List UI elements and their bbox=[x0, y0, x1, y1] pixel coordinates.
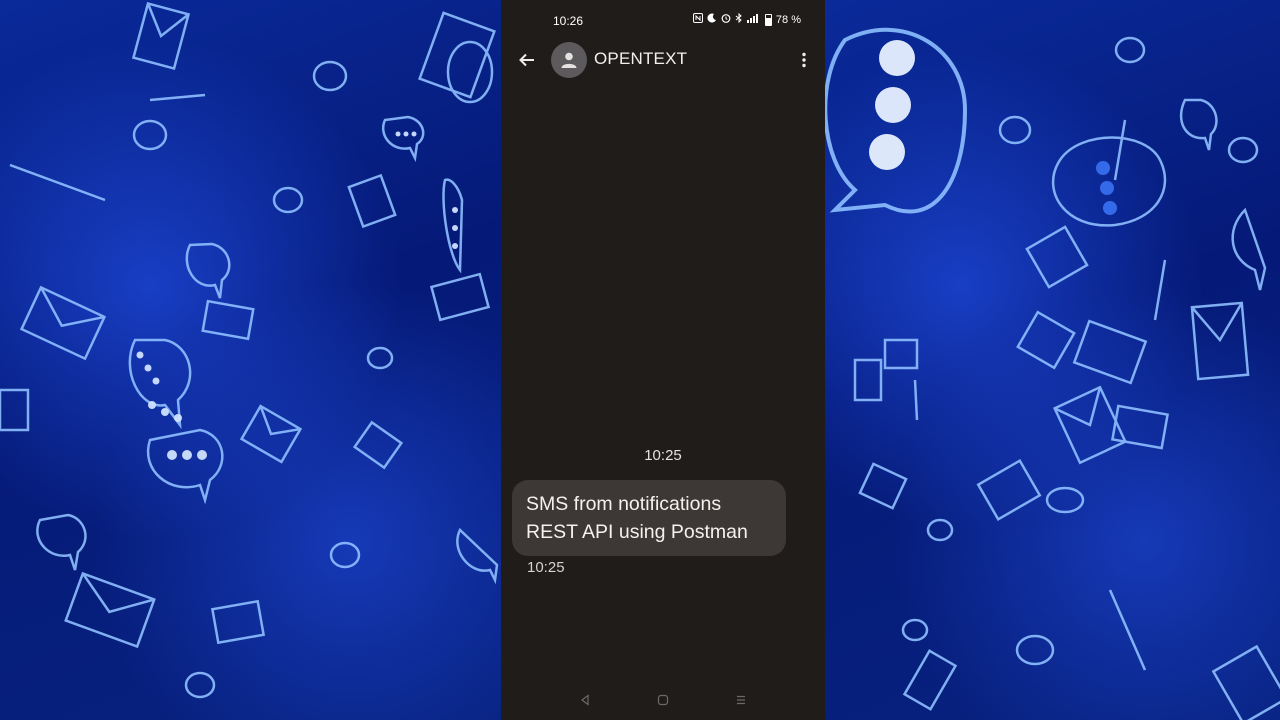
background-right bbox=[825, 0, 1280, 720]
system-nav-bar bbox=[501, 680, 825, 720]
status-time: 10:26 bbox=[553, 14, 584, 28]
battery-level: 78 % bbox=[775, 14, 801, 26]
status-icons: 78 % bbox=[692, 12, 801, 27]
more-vert-icon bbox=[802, 52, 806, 68]
nav-home-icon bbox=[657, 694, 669, 706]
conversation-timestamp: 10:25 bbox=[644, 447, 682, 464]
incoming-message-bubble[interactable]: SMS from notifications REST API using Po… bbox=[512, 480, 786, 556]
background-left bbox=[0, 0, 501, 720]
nav-recents-button[interactable] bbox=[729, 692, 753, 708]
bluetooth-icon bbox=[735, 12, 743, 27]
status-bar: 10:26 78 % bbox=[501, 0, 825, 40]
phone-screen: 10:26 78 % OPENTEXT 10:25 SMS from notif… bbox=[501, 0, 825, 720]
nfc-icon bbox=[692, 13, 703, 27]
contact-avatar[interactable] bbox=[551, 42, 587, 78]
message-icons-pattern bbox=[0, 1, 499, 699]
message-time: 10:25 bbox=[527, 559, 565, 576]
nav-back-icon bbox=[581, 694, 589, 706]
battery-icon bbox=[764, 14, 772, 26]
contact-name[interactable]: OPENTEXT bbox=[594, 49, 687, 69]
alarm-icon bbox=[721, 13, 731, 27]
person-icon bbox=[561, 52, 577, 68]
more-options-button[interactable] bbox=[793, 48, 815, 72]
nav-home-button[interactable] bbox=[651, 692, 675, 708]
back-button[interactable] bbox=[513, 46, 541, 74]
nav-back-button[interactable] bbox=[573, 692, 597, 708]
moon-icon bbox=[707, 13, 717, 27]
message-icons-pattern bbox=[825, 27, 1280, 720]
signal-icon bbox=[746, 13, 761, 27]
nav-recents-icon bbox=[737, 695, 745, 705]
arrow-left-icon bbox=[519, 53, 534, 67]
conversation-app-bar: OPENTEXT bbox=[501, 40, 825, 80]
